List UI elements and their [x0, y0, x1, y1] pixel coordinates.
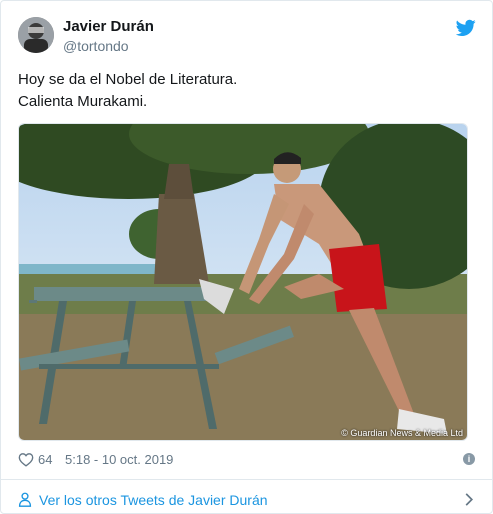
photo-illustration [19, 124, 467, 440]
more-tweets-label[interactable]: Ver los otros Tweets de Javier Durán [39, 492, 268, 508]
author-handle[interactable]: @tortondo [63, 38, 129, 54]
twitter-bird-icon[interactable] [456, 19, 476, 37]
tweet-timestamp[interactable]: 5:18 - 10 oct. 2019 [65, 452, 173, 467]
author-name[interactable]: Javier Durán [63, 18, 154, 35]
info-icon[interactable]: i [463, 453, 475, 465]
tweet-text-line: Calienta Murakami. [18, 93, 148, 110]
chevron-right-icon[interactable] [464, 492, 474, 507]
tweet-meta: 64 5:18 - 10 oct. 2019 i [18, 451, 478, 469]
heart-icon[interactable] [18, 452, 34, 467]
more-tweets-link[interactable]: Ver los otros Tweets de Javier Durán [18, 491, 478, 509]
embedded-tweet-card: Javier Durán @tortondo Hoy se da el Nobe… [0, 0, 493, 514]
like-count[interactable]: 64 [38, 452, 52, 467]
tweet-text-line: Hoy se da el Nobel de Literatura. [18, 71, 238, 88]
tweet-text: Hoy se da el Nobel de Literatura. Calien… [18, 69, 478, 113]
footer-divider [1, 479, 493, 480]
person-icon [18, 492, 32, 507]
photo-credit: © Guardian News & Media Ltd [341, 428, 463, 438]
tweet-header: Javier Durán @tortondo [18, 17, 478, 57]
tweet-photo[interactable]: © Guardian News & Media Ltd [18, 123, 468, 441]
avatar[interactable] [18, 17, 54, 53]
